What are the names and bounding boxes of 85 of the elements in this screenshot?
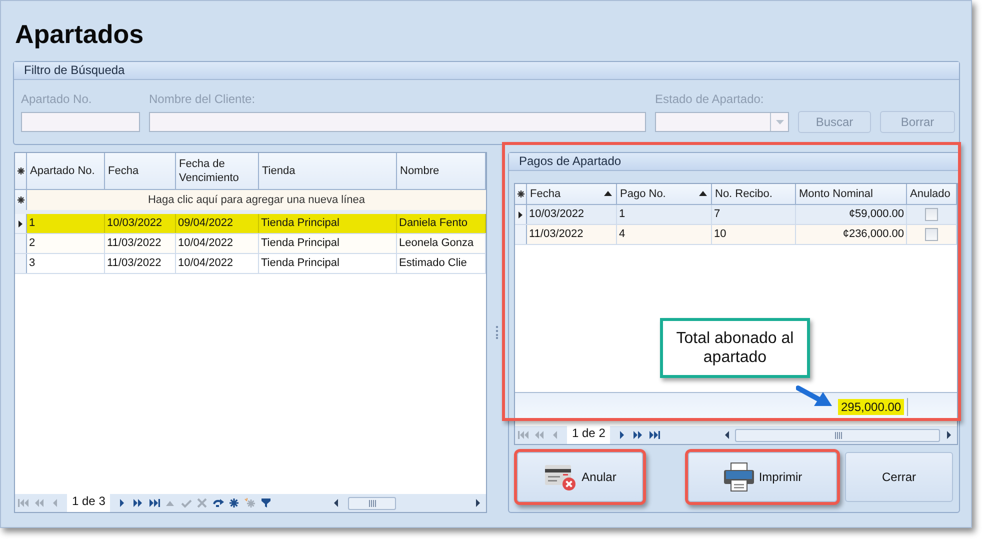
cancel-icon[interactable]	[197, 498, 208, 508]
table-cell: 10/03/2022	[105, 214, 176, 233]
last-icon[interactable]	[648, 430, 660, 440]
table-cell: ¢59,000.00	[796, 205, 907, 224]
table-row[interactable]: 2 11/03/2022 10/04/2022 Tienda Principal Leonela Gonza	[15, 234, 486, 254]
table-cell: 11/03/2022	[105, 254, 176, 273]
scrollbar-thumb[interactable]	[348, 496, 396, 510]
next-page-icon[interactable]	[133, 498, 144, 508]
table-cell: Tienda Principal	[259, 234, 397, 253]
next-page-icon[interactable]	[633, 430, 644, 440]
table-cell: 10	[712, 225, 796, 244]
asterisk-icon[interactable]	[229, 498, 240, 508]
group-title: Pagos de Apartado	[519, 154, 622, 169]
table-cell: 11/03/2022	[527, 225, 617, 244]
window-title: Apartados	[15, 19, 144, 49]
next-icon[interactable]	[119, 498, 126, 508]
table-cell: Daniela Fento	[397, 214, 486, 233]
table-cell: 7	[712, 205, 796, 224]
action-button[interactable]: Cerrar	[845, 452, 953, 502]
column-header[interactable]: Fecha	[527, 184, 617, 204]
field-label: Apartado No.	[21, 92, 93, 106]
scroll-left-icon[interactable]	[724, 430, 730, 440]
table-cell: 2	[27, 234, 105, 253]
field-label: Nombre del Cliente:	[149, 92, 256, 106]
field-label: Estado de Apartado:	[655, 92, 765, 106]
column-header[interactable]: Pago No.	[617, 184, 712, 204]
filter-icon[interactable]	[261, 498, 272, 508]
new-row-icon	[16, 167, 24, 175]
previous-page-icon[interactable]	[534, 430, 544, 440]
column-header[interactable]: Monto Nominal	[796, 184, 907, 204]
total-value: 295,000.00	[838, 398, 904, 414]
scroll-right-icon[interactable]	[946, 430, 952, 440]
action-button[interactable]: Imprimir	[688, 452, 837, 502]
checkbox[interactable]	[925, 228, 938, 241]
redo-icon[interactable]	[212, 498, 224, 508]
table-cell: Tienda Principal	[259, 254, 397, 273]
current-row-icon	[18, 220, 23, 228]
column-header[interactable]: Tienda	[262, 164, 296, 178]
column-header[interactable]: Nombre	[400, 164, 440, 178]
previous-icon[interactable]	[552, 430, 558, 440]
column-header[interactable]: Fecha de Vencimiento	[179, 157, 255, 185]
table-cell: ¢236,000.00	[796, 225, 907, 244]
table-row[interactable]: 11/03/2022 4 10 ¢236,000.00	[515, 225, 957, 245]
record-counter: 1 de 2	[567, 426, 610, 444]
new-row-icon	[516, 190, 524, 198]
splitter-grip-icon[interactable]	[496, 326, 499, 339]
card-cancel-icon	[544, 463, 578, 491]
table-cell: 10/03/2022	[527, 205, 617, 224]
first-icon[interactable]	[18, 498, 28, 508]
callout-note: Total abonado al apartado	[660, 318, 810, 378]
first-icon[interactable]	[518, 430, 528, 440]
table-cell: 11/03/2022	[105, 234, 176, 253]
table-row[interactable]: 3 11/03/2022 10/04/2022 Tienda Principal Estimado Clie	[15, 254, 486, 274]
table-cell: 10/04/2022	[176, 234, 259, 253]
scroll-left-icon[interactable]	[333, 498, 339, 508]
new-row-icon	[16, 196, 24, 204]
table-cell: 3	[27, 254, 105, 273]
column-header[interactable]: Apartado No.	[30, 164, 95, 178]
check-icon[interactable]	[180, 498, 192, 508]
table-cell: Tienda Principal	[259, 214, 397, 233]
group-title: Filtro de Búsqueda	[24, 63, 125, 78]
checkbox[interactable]	[925, 208, 938, 221]
column-header[interactable]: Anulado	[907, 184, 957, 204]
previous-icon[interactable]	[52, 498, 58, 508]
table-cell: 10/04/2022	[176, 254, 259, 273]
table-row[interactable]: 1 10/03/2022 09/04/2022 Tienda Principal Daniela Fento	[15, 214, 486, 234]
current-row-icon	[518, 210, 523, 218]
table-cell: 1	[617, 205, 712, 224]
column-header[interactable]: No. Recibo.	[712, 184, 796, 204]
printer-icon	[722, 462, 755, 492]
next-icon[interactable]	[619, 430, 626, 440]
table-cell: Leonela Gonza	[397, 234, 486, 253]
scrollbar-thumb[interactable]	[735, 428, 940, 442]
previous-page-icon[interactable]	[34, 498, 44, 508]
action-button[interactable]: Anular	[517, 452, 643, 502]
table-cell: 1	[27, 214, 105, 233]
scroll-right-icon[interactable]	[475, 498, 481, 508]
record-counter: 1 de 3	[67, 494, 110, 512]
table-cell: Estimado Clie	[397, 254, 486, 273]
table-cell: 4	[617, 225, 712, 244]
column-header[interactable]: Fecha	[108, 164, 139, 178]
table-cell: 09/04/2022	[176, 214, 259, 233]
up-arrow-icon[interactable]	[165, 500, 176, 506]
last-icon[interactable]	[148, 498, 160, 508]
table-row[interactable]: 10/03/2022 1 7 ¢59,000.00	[515, 205, 957, 225]
